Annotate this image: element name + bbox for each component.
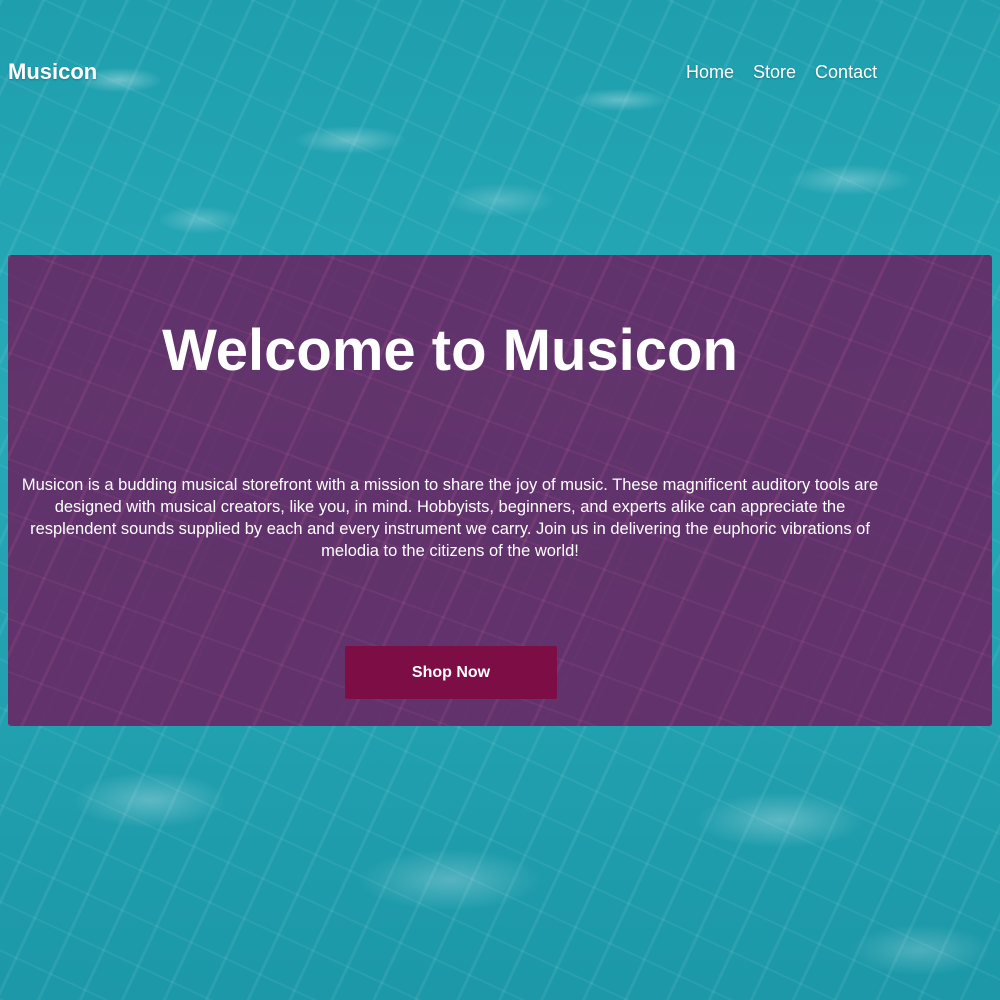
hero-description: Musicon is a budding musical storefront … — [21, 476, 879, 560]
nav-link-contact[interactable]: Contact — [815, 62, 877, 83]
hero-title: Welcome to Musicon — [162, 318, 738, 383]
brand-logo[interactable]: Musicon — [8, 59, 97, 85]
main-nav: Home Store Contact — [686, 62, 877, 83]
nav-link-store[interactable]: Store — [753, 62, 796, 83]
shop-now-button[interactable]: Shop Now — [345, 646, 557, 699]
hero-panel: Welcome to Musicon Musicon is a budding … — [8, 255, 992, 726]
page: { "brand": { "name": "Musicon" }, "nav":… — [0, 0, 1000, 1000]
nav-link-home[interactable]: Home — [686, 62, 734, 83]
